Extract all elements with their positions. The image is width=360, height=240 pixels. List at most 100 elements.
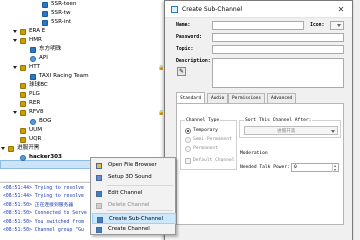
channel-icon — [30, 73, 36, 80]
description-textarea[interactable] — [212, 58, 344, 88]
user-icon — [30, 118, 36, 125]
tab-permissions[interactable]: Permissions — [228, 93, 266, 103]
channel-tree-label: RER — [29, 100, 41, 106]
channel-tree-row[interactable]: 5SR-int — [0, 18, 180, 27]
channel-tree-row[interactable]: BOG — [0, 117, 180, 126]
default-channel-label: Default Channel — [193, 158, 235, 163]
menu-item[interactable]: Edit Channel — [92, 188, 176, 199]
edit-icon — [96, 190, 102, 197]
default-channel-checkbox — [185, 158, 191, 164]
channel-tree-row[interactable]: HTT 🔒 — [0, 63, 180, 72]
talk-power-label: Needed Talk Power: — [240, 165, 290, 170]
tab-advanced[interactable]: Advanced — [267, 93, 297, 103]
channel-context-menu: Open File Browser Setup 3D Sound Edit Chan… — [90, 157, 176, 235]
channel-tree-label: TAXI Racing Team — [39, 73, 89, 79]
name-input[interactable] — [212, 21, 304, 30]
channel-tree-row[interactable]: 进服开黑 — [0, 144, 180, 153]
expand-caret-icon[interactable] — [13, 38, 17, 42]
channel-tree-row[interactable]: TAXI Racing Team — [0, 72, 180, 81]
menu-item-label: Delete Channel — [108, 202, 150, 208]
menu-item[interactable]: Create Sub-Channel — [92, 213, 176, 224]
edit-description-button[interactable]: ✎ — [177, 67, 186, 76]
channel-icon — [20, 37, 26, 44]
topic-input[interactable] — [212, 45, 344, 54]
channel-type-option-label: Permanent — [193, 146, 218, 151]
channel-tree-label: 进服开黑 — [17, 145, 40, 151]
channel-icon — [8, 145, 14, 152]
chevron-down-icon — [331, 130, 335, 133]
channel-icon — [171, 6, 178, 13]
channel-tree-label: RFV8 — [29, 109, 44, 115]
expand-caret-icon[interactable] — [13, 29, 17, 33]
channel-tree-row[interactable]: UUM — [0, 126, 180, 135]
channel-tree-row[interactable]: API — [0, 54, 180, 63]
user-icon — [20, 154, 26, 161]
sort-after-select[interactable]: 进服开黑 — [244, 126, 338, 135]
channel-tree-row[interactable]: 东方明珠 — [0, 45, 180, 54]
channel-tree-label: 球球BC — [29, 82, 48, 88]
channel-type-radio — [185, 137, 191, 143]
channel-icon — [20, 28, 26, 35]
description-label: Description: — [176, 59, 211, 64]
close-icon[interactable]: ✕ — [330, 1, 352, 18]
create-subchannel-dialog: Create Sub-Channel ✕ Name: Icon: Passwor… — [164, 0, 353, 240]
user-icon — [30, 55, 36, 62]
channel-tree[interactable]: 5SR-teen 5SR-tw 5SR-int ERA E HMR 东方明珠 API HTT 🔒… — [0, 0, 180, 181]
menu-item[interactable]: Setup 3D Sound — [92, 172, 176, 183]
channel-tree-row[interactable]: PLG — [0, 90, 180, 99]
dialog-footer — [165, 227, 352, 240]
tab-audio[interactable]: Audio — [207, 93, 229, 103]
password-input[interactable] — [212, 33, 344, 42]
expand-caret-icon[interactable] — [13, 65, 17, 69]
channel-icon — [20, 109, 26, 116]
tab-standard[interactable]: Standard — [176, 92, 206, 103]
channel-icon — [42, 1, 48, 8]
channel-tree-label: 5SR-int — [51, 19, 72, 25]
channel-type-option-label: Temporary — [193, 128, 218, 133]
channel-tree-row[interactable]: UQR — [0, 135, 180, 144]
folder-icon — [96, 162, 102, 169]
channel-tree-label: UQR — [29, 136, 42, 142]
menu-item[interactable]: Open File Browser — [92, 160, 176, 171]
talk-power-value: 0 — [294, 165, 297, 170]
channel-type-radio[interactable] — [185, 128, 191, 134]
menu-separator — [107, 185, 173, 186]
channel-tree-label: 东方明珠 — [39, 46, 62, 52]
channel-tree-label: hacker303 — [29, 154, 62, 160]
menu-item-label: Open File Browser — [108, 162, 157, 168]
chat-line: <08:51:50> Channel group "Gu — [3, 228, 84, 233]
channel-tree-row[interactable]: HMR — [0, 36, 180, 45]
channel-type-radio — [185, 146, 191, 152]
channel-tree-row[interactable]: 5SR-teen — [0, 0, 180, 9]
expand-caret-icon[interactable] — [13, 110, 17, 114]
channel-tree-label: 5SR-teen — [51, 1, 77, 7]
spin-down-icon[interactable] — [332, 168, 338, 172]
channel-tree-row[interactable]: 球球BC — [0, 81, 180, 90]
menu-item-label: Setup 3D Sound — [108, 174, 152, 180]
expand-caret-icon[interactable] — [1, 146, 5, 150]
add-channel-icon — [96, 226, 102, 233]
sort-after-value: 进服开黑 — [277, 129, 296, 134]
channel-tree-row[interactable]: ERA E — [0, 27, 180, 36]
icon-picker[interactable] — [330, 21, 344, 30]
channel-tree-row[interactable]: RFV8 🔒 — [0, 108, 180, 117]
channel-type-option-label: Semi-Permanent — [193, 137, 232, 142]
channel-tree-label: ERA E — [29, 28, 46, 34]
topic-label: Topic: — [176, 47, 194, 52]
standard-tab-panel: Channel Type Temporary Semi-Permanent Perm… — [176, 103, 344, 225]
password-label: Password: — [176, 35, 202, 40]
moderation-label: Moderation — [240, 151, 268, 156]
dialog-titlebar[interactable]: Create Sub-Channel ✕ — [165, 1, 352, 18]
chat-line: <08:51:50> 正在连接到服务器 — [3, 202, 74, 208]
channel-type-title: Channel Type — [185, 118, 221, 123]
channel-icon — [42, 10, 48, 17]
menu-item[interactable]: Create Channel — [92, 224, 176, 235]
talk-power-spinner[interactable]: 0 — [291, 163, 339, 172]
channel-icon — [30, 46, 36, 53]
channel-icon — [20, 100, 26, 107]
channel-tree-row[interactable]: RER — [0, 99, 180, 108]
channel-tree-label: BOG — [39, 118, 52, 124]
channel-tree-label: UUM — [29, 127, 43, 133]
channel-tree-row[interactable]: 5SR-tw — [0, 9, 180, 18]
sort-after-title: Sort This Channel After: — [244, 118, 313, 123]
